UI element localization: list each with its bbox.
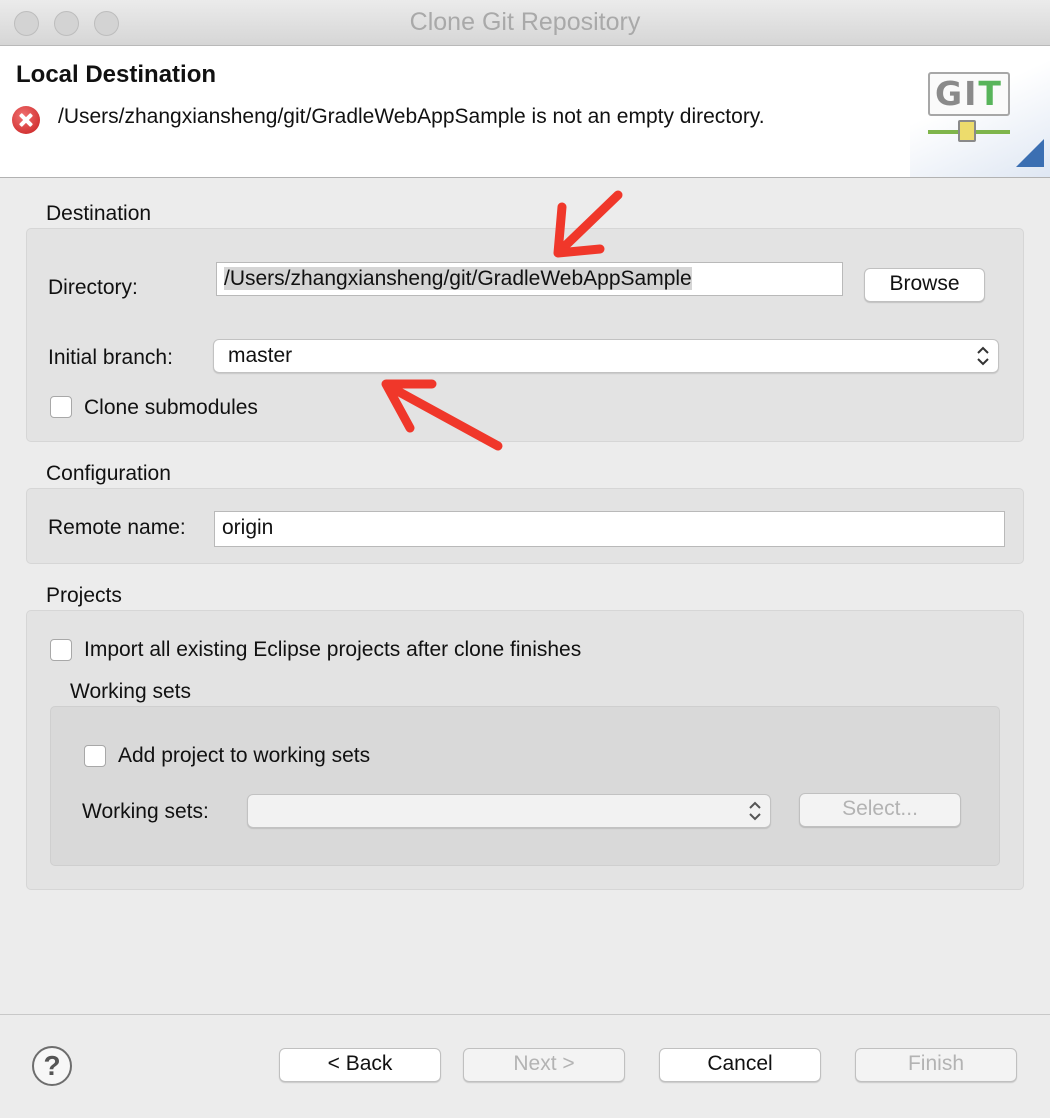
back-button[interactable]: < Back (279, 1048, 441, 1082)
finish-button[interactable]: Finish (855, 1048, 1017, 1082)
remote-name-label: Remote name: (48, 516, 186, 539)
add-to-working-sets-label[interactable]: Add project to working sets (118, 744, 370, 768)
remote-name-input[interactable]: origin (214, 511, 1005, 547)
red-arrow-annotation-2 (381, 379, 503, 451)
error-message: /Users/zhangxiansheng/git/GradleWebAppSa… (58, 105, 765, 128)
git-logo-icon: GIT (928, 72, 1010, 116)
select-working-sets-button[interactable]: Select... (799, 793, 961, 827)
working-sets-label: Working sets: (82, 800, 209, 823)
git-wizard-banner: GIT (910, 46, 1050, 177)
import-projects-checkbox[interactable] (50, 639, 72, 661)
projects-group-title: Projects (46, 584, 122, 607)
cancel-button[interactable]: Cancel (659, 1048, 821, 1082)
window-title: Clone Git Repository (409, 8, 641, 36)
working-sets-select[interactable] (247, 794, 771, 828)
directory-input-value: /Users/zhangxiansheng/git/GradleWebAppSa… (224, 267, 692, 290)
footer-divider (0, 1014, 1050, 1015)
banner-corner-icon (1016, 139, 1044, 167)
red-arrow-annotation-1 (553, 190, 623, 258)
clone-submodules-label[interactable]: Clone submodules (84, 396, 258, 420)
git-logo-text: GI (935, 74, 979, 113)
wizard-header: Local Destination /Users/zhangxiansheng/… (0, 46, 1050, 178)
git-node-icon (958, 120, 976, 142)
page-title: Local Destination (16, 61, 217, 88)
working-sets-group-title: Working sets (70, 680, 191, 703)
window-titlebar: Clone Git Repository (0, 0, 1050, 46)
initial-branch-label: Initial branch: (48, 346, 173, 369)
chevron-updown-icon (976, 345, 990, 367)
clone-submodules-checkbox[interactable] (50, 396, 72, 418)
git-logo-text-t: T (978, 74, 1003, 113)
chevron-updown-icon (748, 800, 762, 822)
import-projects-label[interactable]: Import all existing Eclipse projects aft… (84, 638, 581, 662)
help-icon[interactable]: ? (32, 1046, 72, 1086)
destination-group-title: Destination (46, 202, 152, 225)
initial-branch-select[interactable]: master (213, 339, 999, 373)
add-to-working-sets-checkbox[interactable] (84, 745, 106, 767)
next-button[interactable]: Next > (463, 1048, 625, 1082)
working-sets-group (50, 706, 1000, 866)
error-icon (12, 106, 40, 134)
directory-label: Directory: (48, 276, 138, 299)
browse-button[interactable]: Browse (864, 268, 985, 302)
configuration-group-title: Configuration (46, 462, 171, 485)
initial-branch-value: master (228, 344, 293, 367)
directory-input[interactable]: /Users/zhangxiansheng/git/GradleWebAppSa… (216, 262, 843, 296)
